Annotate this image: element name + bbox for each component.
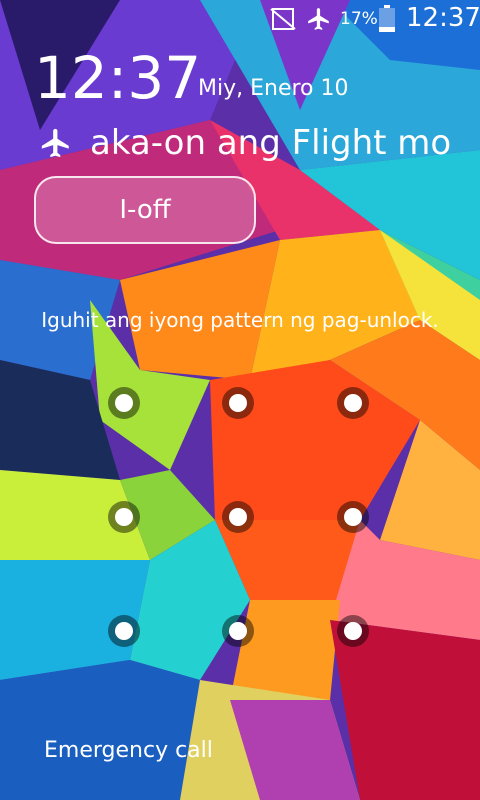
pattern-dot-2[interactable]: [222, 387, 254, 419]
lock-clock: 12:37: [34, 44, 202, 112]
pattern-dot-5[interactable]: [222, 501, 254, 533]
lock-date: Miy, Enero 10: [198, 76, 349, 101]
flight-mode-text: aka-on ang Flight mo: [90, 123, 452, 163]
status-time: 12:37: [406, 3, 480, 33]
airplane-icon: [308, 8, 329, 30]
status-bar: 17% 12:37: [0, 0, 480, 38]
airplane-icon: [41, 128, 69, 158]
pattern-dot-9[interactable]: [337, 615, 369, 647]
pattern-dot-3[interactable]: [337, 387, 369, 419]
no-sim-icon: [270, 8, 296, 30]
pattern-hint: Iguhit ang iyong pattern ng pag-unlock.: [41, 308, 439, 332]
flight-mode-notice: aka-on ang Flight mo: [38, 120, 478, 166]
pattern-dot-1[interactable]: [108, 387, 140, 419]
battery-percent: 17%: [340, 9, 378, 29]
turn-off-flight-mode-button[interactable]: I-off: [34, 176, 256, 244]
battery-icon: [379, 5, 395, 32]
pattern-dot-8[interactable]: [222, 615, 254, 647]
pattern-dot-6[interactable]: [337, 501, 369, 533]
pattern-dot-4[interactable]: [108, 501, 140, 533]
pattern-dot-7[interactable]: [108, 615, 140, 647]
emergency-call-button[interactable]: Emergency call: [44, 738, 213, 763]
